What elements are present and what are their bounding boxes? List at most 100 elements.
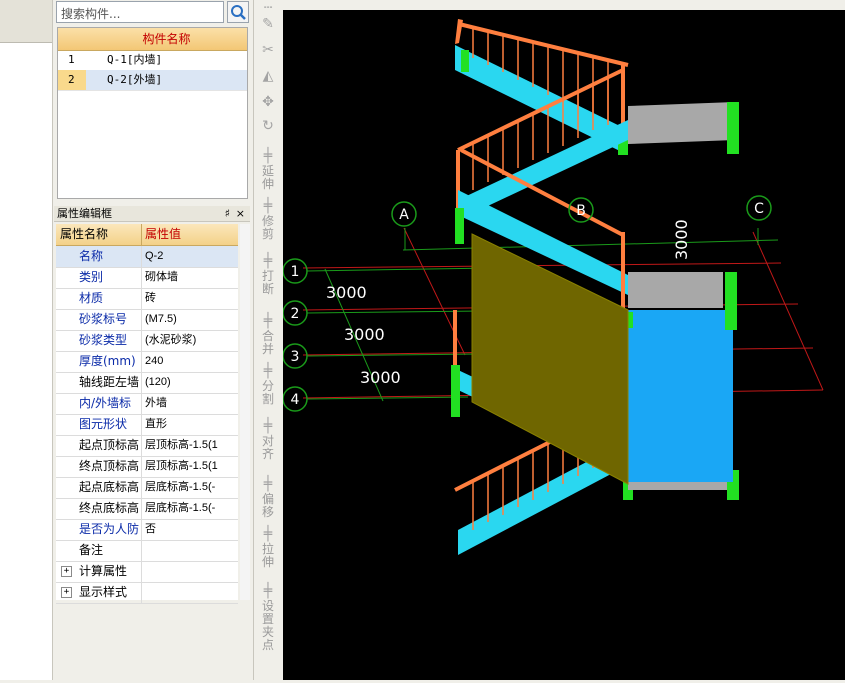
- tool-label: 拉伸: [261, 542, 274, 569]
- property-row[interactable]: 起点顶标高 层顶标高-1.5(1: [56, 435, 238, 457]
- dimension-label: 3000: [360, 368, 401, 387]
- property-row[interactable]: 砂浆类型 (水泥砂浆): [56, 330, 238, 352]
- axis-label-2: 2: [291, 306, 300, 322]
- property-row[interactable]: 砂浆标号 (M7.5): [56, 309, 238, 331]
- property-value[interactable]: (120): [143, 372, 238, 393]
- property-name: 砂浆标号: [56, 309, 142, 330]
- property-row[interactable]: 图元形状 直形: [56, 414, 238, 436]
- tool-button-0[interactable]: ╪ 延伸: [258, 149, 278, 191]
- dimension-label: 3000: [344, 325, 385, 344]
- property-name: 类别: [56, 267, 142, 288]
- property-name: 材质: [56, 288, 142, 309]
- property-value[interactable]: (水泥砂浆): [143, 330, 238, 351]
- property-table-header: 属性名称 属性值: [56, 224, 238, 246]
- tool-button-3[interactable]: ╪ 合并: [258, 313, 278, 356]
- property-row[interactable]: + 计算属性: [56, 561, 238, 583]
- property-row[interactable]: 终点顶标高 层顶标高-1.5(1: [56, 456, 238, 478]
- property-value[interactable]: Q-2: [143, 246, 238, 267]
- property-value[interactable]: 层底标高-1.5(-: [143, 498, 238, 519]
- property-value[interactable]: [143, 540, 238, 561]
- axis-label-c: C: [754, 201, 764, 217]
- component-search-input[interactable]: 搜索构件...: [56, 1, 224, 23]
- property-value[interactable]: 砖: [143, 288, 238, 309]
- property-value[interactable]: 砌体墙: [143, 267, 238, 288]
- move-icon[interactable]: ✥: [258, 95, 278, 111]
- property-value-header: 属性值: [145, 227, 182, 241]
- split-icon: ╪: [263, 363, 273, 379]
- tool-label: 设置夹点: [261, 599, 274, 652]
- canvas-top-toolbar: [283, 0, 845, 10]
- property-name: 起点顶标高: [56, 435, 142, 456]
- property-value[interactable]: 外墙: [143, 393, 238, 414]
- property-row[interactable]: 名称 Q-2: [56, 246, 238, 268]
- property-row[interactable]: 材质砖: [56, 288, 238, 310]
- property-value[interactable]: 240: [143, 351, 238, 372]
- axis-label-a: A: [399, 207, 409, 223]
- tool-button-8[interactable]: ╪ 设置夹点: [258, 583, 278, 652]
- row-number: 1: [68, 53, 75, 66]
- tool-label: 修剪: [261, 214, 274, 241]
- property-row[interactable]: 内/外墙标 外墙: [56, 393, 238, 415]
- landing-block: [623, 272, 737, 482]
- scissors-icon[interactable]: ✂: [258, 43, 278, 59]
- property-row[interactable]: 起点底标高 层底标高-1.5(-: [56, 477, 238, 499]
- property-value[interactable]: (M7.5): [143, 309, 238, 330]
- property-scrollbar[interactable]: [240, 224, 250, 600]
- pen-icon[interactable]: ✎: [258, 17, 278, 33]
- property-name: 终点顶标高: [56, 456, 142, 477]
- pin-icon[interactable]: ♯: [225, 206, 230, 222]
- property-name-header: 属性名称: [56, 224, 142, 245]
- tool-label: 对齐: [261, 434, 274, 461]
- property-name: 终点底标高: [56, 498, 142, 519]
- align-icon: ╪: [263, 418, 273, 434]
- merge-icon: ╪: [263, 313, 273, 329]
- trim-icon: ╪: [263, 198, 273, 214]
- axis-label-1: 1: [291, 264, 300, 280]
- close-icon[interactable]: ×: [236, 206, 245, 222]
- project-tree-tab[interactable]: [0, 0, 52, 43]
- property-name: 显示样式: [56, 582, 142, 603]
- tool-button-2[interactable]: ╪ 打断: [258, 253, 278, 296]
- mirror-icon[interactable]: ◭: [258, 69, 278, 85]
- component-row-q1[interactable]: 1 Q-1[内墙]: [58, 50, 247, 71]
- component-row-q2[interactable]: 2 Q-2[外墙]: [58, 70, 247, 91]
- rotate-icon[interactable]: ↻: [258, 119, 278, 135]
- component-name-header[interactable]: 构件名称: [86, 28, 247, 51]
- offset-icon: ╪: [263, 476, 273, 492]
- property-value[interactable]: 层顶标高-1.5(1: [143, 435, 238, 456]
- property-row[interactable]: + 显示样式: [56, 582, 238, 604]
- property-value[interactable]: [143, 582, 238, 603]
- dimension-label: 3000: [672, 219, 691, 260]
- property-value[interactable]: 否: [143, 519, 238, 540]
- axis-label-4: 4: [291, 392, 300, 408]
- tool-button-6[interactable]: ╪ 偏移: [258, 476, 278, 519]
- tool-button-1[interactable]: ╪ 修剪: [258, 198, 278, 241]
- break-icon: ╪: [263, 253, 273, 269]
- property-value[interactable]: 层底标高-1.5(-: [143, 477, 238, 498]
- property-name: 备注: [56, 540, 142, 561]
- property-row[interactable]: 终点底标高 层底标高-1.5(-: [56, 498, 238, 520]
- drawing-svg: A B C 1 2 3 4 3000 3000 3000 3000: [282, 19, 824, 555]
- property-value[interactable]: 层顶标高-1.5(1: [143, 456, 238, 477]
- stretch-icon: ╪: [263, 526, 273, 542]
- property-row[interactable]: 备注: [56, 540, 238, 562]
- property-name: 计算属性: [56, 561, 142, 582]
- search-button[interactable]: [227, 1, 249, 23]
- property-row[interactable]: 轴线距左墙 (120): [56, 372, 238, 394]
- 3d-drawing-canvas[interactable]: A B C 1 2 3 4 3000 3000 3000 3000: [282, 10, 845, 680]
- property-name: 内/外墙标: [56, 393, 142, 414]
- property-editor-title: 属性编辑框: [57, 207, 112, 220]
- property-row[interactable]: 类别 砌体墙: [56, 267, 238, 289]
- property-row[interactable]: 厚度(mm) 240: [56, 351, 238, 373]
- dimension-label: 3000: [326, 283, 367, 302]
- property-row[interactable]: 是否为人防否: [56, 519, 238, 541]
- tool-button-5[interactable]: ╪ 对齐: [258, 418, 278, 461]
- grip-icon: ╪: [263, 583, 273, 599]
- tool-button-7[interactable]: ╪ 拉伸: [258, 526, 278, 569]
- row-number: 2: [58, 70, 86, 90]
- property-value[interactable]: 直形: [143, 414, 238, 435]
- tool-label: 分割: [261, 379, 274, 406]
- tool-button-4[interactable]: ╪ 分割: [258, 363, 278, 406]
- property-name: 砂浆类型: [56, 330, 142, 351]
- property-value[interactable]: [143, 561, 238, 582]
